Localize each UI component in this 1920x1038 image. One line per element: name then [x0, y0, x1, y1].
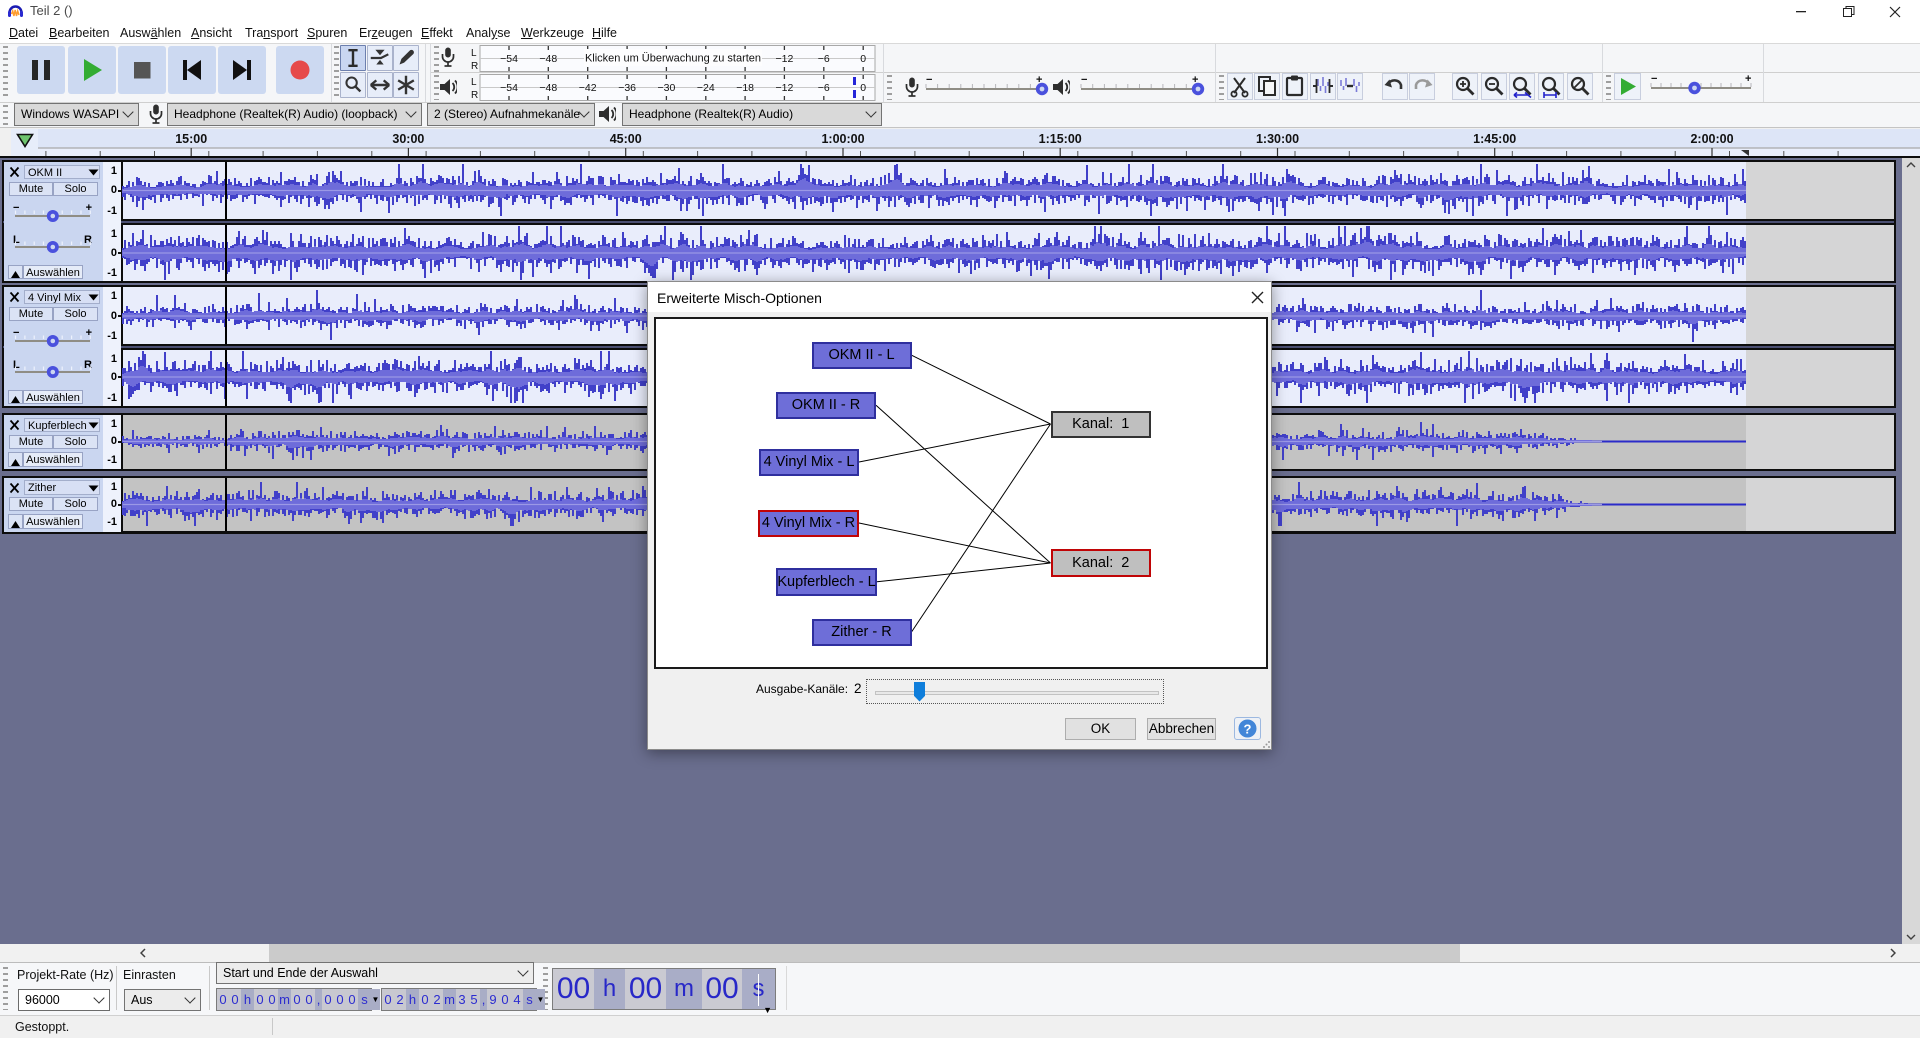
svg-text:Klicken um Überwachung zu star: Klicken um Überwachung zu starten — [585, 53, 761, 65]
svg-text:−18: −18 — [736, 82, 754, 94]
svg-text:−: − — [1651, 74, 1657, 85]
svg-text:−: − — [926, 75, 932, 86]
svg-text:−: − — [1081, 75, 1087, 86]
svg-text:−6: −6 — [818, 82, 830, 94]
svg-text:−48: −48 — [539, 53, 557, 65]
svg-text:−48: −48 — [539, 82, 557, 94]
svg-text:1:30:00: 1:30:00 — [1256, 132, 1299, 146]
svg-text:0: 0 — [860, 82, 866, 94]
svg-text:−54: −54 — [500, 53, 518, 65]
svg-text:1:00:00: 1:00:00 — [821, 132, 864, 146]
svg-text:2:00:00: 2:00:00 — [1690, 132, 1733, 146]
svg-text:−6: −6 — [818, 53, 830, 65]
svg-text:1:45:00: 1:45:00 — [1473, 132, 1516, 146]
svg-text:15:00: 15:00 — [175, 132, 207, 146]
svg-text:−12: −12 — [775, 53, 793, 65]
svg-text:−24: −24 — [697, 82, 715, 94]
svg-text:L: L — [471, 77, 477, 88]
svg-text:0: 0 — [860, 53, 866, 65]
svg-text:−12: −12 — [775, 82, 793, 94]
svg-text:R: R — [471, 61, 478, 72]
svg-text:L: L — [471, 48, 477, 59]
svg-text:−30: −30 — [657, 82, 675, 94]
svg-text:45:00: 45:00 — [610, 132, 642, 146]
svg-text:?: ? — [1244, 722, 1252, 737]
svg-text:−42: −42 — [579, 82, 597, 94]
svg-text:−36: −36 — [618, 82, 636, 94]
svg-text:R: R — [471, 90, 478, 101]
svg-text:1:15:00: 1:15:00 — [1039, 132, 1082, 146]
svg-text:−54: −54 — [500, 82, 518, 94]
svg-text:30:00: 30:00 — [392, 132, 424, 146]
svg-text:+: + — [1745, 74, 1751, 85]
